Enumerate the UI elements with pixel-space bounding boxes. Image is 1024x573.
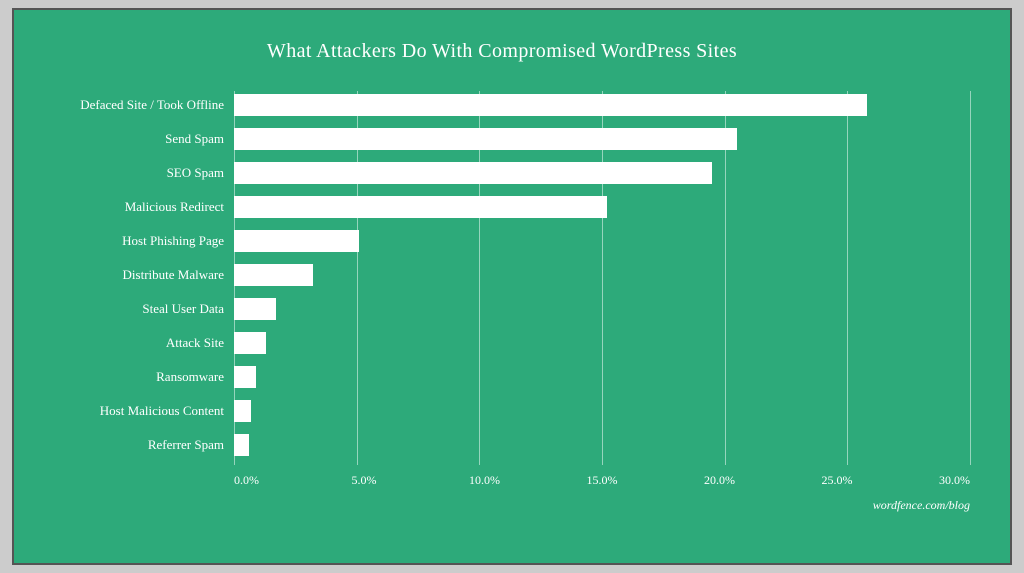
x-tick: 25.0% <box>822 473 940 488</box>
bar-container <box>234 193 970 221</box>
chart-title: What Attackers Do With Compromised WordP… <box>34 40 970 63</box>
bar <box>234 264 313 286</box>
bar-container <box>234 295 970 323</box>
bar <box>234 366 256 388</box>
bar <box>234 230 359 252</box>
bar-row: Host Phishing Page <box>34 227 970 255</box>
watermark: wordfence.com/blog <box>34 498 970 513</box>
bar-label: Host Phishing Page <box>34 233 234 249</box>
bar-row: Malicious Redirect <box>34 193 970 221</box>
bar-container <box>234 363 970 391</box>
x-tick: 5.0% <box>352 473 470 488</box>
grid-line <box>970 91 971 465</box>
x-tick: 0.0% <box>234 473 352 488</box>
x-tick: 10.0% <box>469 473 587 488</box>
bar <box>234 332 266 354</box>
bar-row: Ransomware <box>34 363 970 391</box>
bar-chart: Defaced Site / Took Offline Send Spam SEO … <box>34 91 970 459</box>
bar-container <box>234 125 970 153</box>
bar-label: Steal User Data <box>34 301 234 317</box>
bar-label: Referrer Spam <box>34 437 234 453</box>
x-tick: 20.0% <box>704 473 822 488</box>
bar-label: Attack Site <box>34 335 234 351</box>
bar-container <box>234 329 970 357</box>
bar-row: Host Malicious Content <box>34 397 970 425</box>
bar <box>234 400 251 422</box>
bar-row: Steal User Data <box>34 295 970 323</box>
bar-row: Distribute Malware <box>34 261 970 289</box>
bar <box>234 298 276 320</box>
bar-row: Send Spam <box>34 125 970 153</box>
x-axis: 0.0%5.0%10.0%15.0%20.0%25.0%30.0% <box>34 473 970 488</box>
bar-label: Ransomware <box>34 369 234 385</box>
bar <box>234 162 712 184</box>
bar-label: Host Malicious Content <box>34 403 234 419</box>
bar-container <box>234 227 970 255</box>
bar-container <box>234 431 970 459</box>
bar-label: Malicious Redirect <box>34 199 234 215</box>
bar-container <box>234 261 970 289</box>
bar-label: Send Spam <box>34 131 234 147</box>
bar <box>234 128 737 150</box>
bar-label: Distribute Malware <box>34 267 234 283</box>
bar-container <box>234 397 970 425</box>
bar-row: Referrer Spam <box>34 431 970 459</box>
x-tick: 15.0% <box>587 473 705 488</box>
bar <box>234 434 249 456</box>
bar-container <box>234 159 970 187</box>
x-tick: 30.0% <box>939 473 970 488</box>
bar <box>234 94 867 116</box>
bar-label: SEO Spam <box>34 165 234 181</box>
bar <box>234 196 607 218</box>
bar-row: Defaced Site / Took Offline <box>34 91 970 119</box>
bar-row: Attack Site <box>34 329 970 357</box>
bar-container <box>234 91 970 119</box>
bar-label: Defaced Site / Took Offline <box>34 97 234 113</box>
bar-row: SEO Spam <box>34 159 970 187</box>
chart-container: What Attackers Do With Compromised WordP… <box>12 8 1012 565</box>
